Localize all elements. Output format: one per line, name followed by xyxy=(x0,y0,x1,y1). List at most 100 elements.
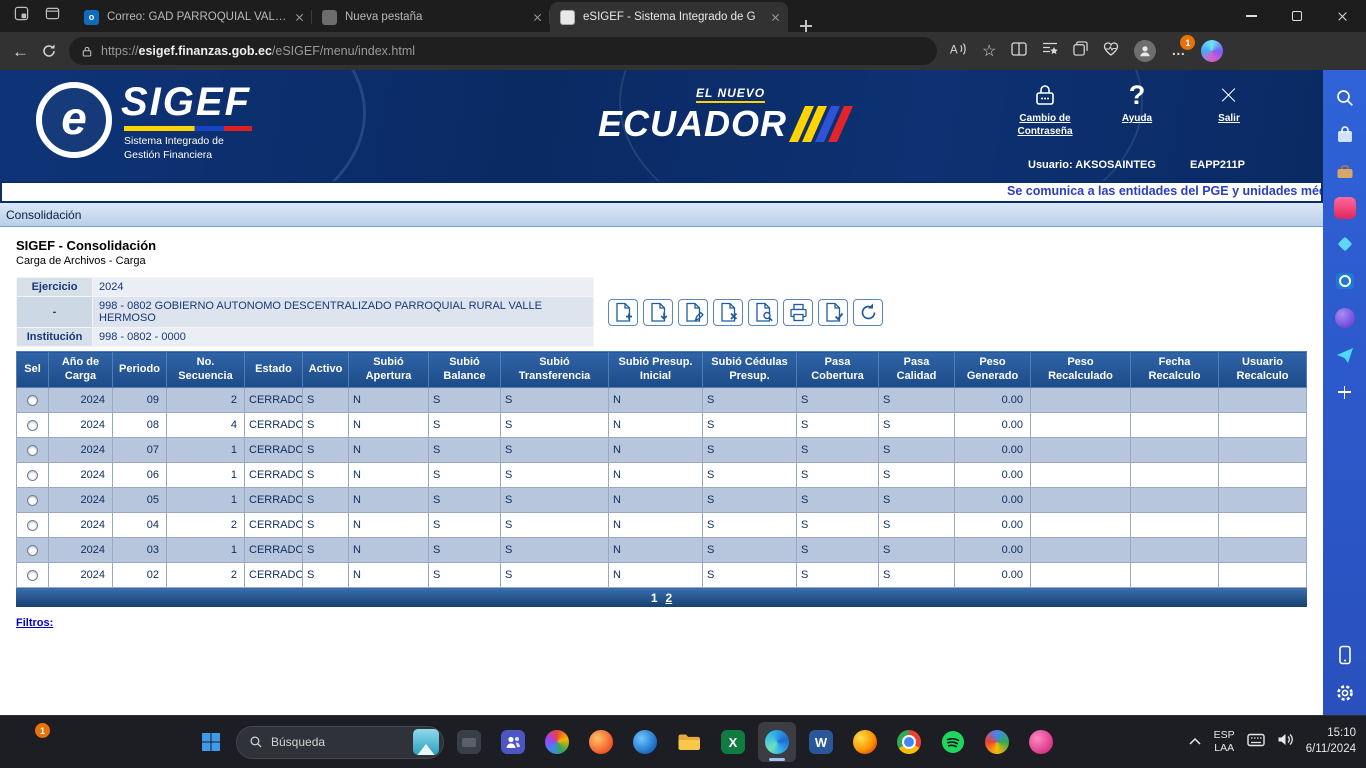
sidebar-search-icon[interactable] xyxy=(1333,86,1357,110)
sidebar-settings-icon[interactable] xyxy=(1333,681,1357,705)
cell-subio-cedulas-presup: S xyxy=(703,413,797,438)
address-bar[interactable]: https://esigef.finanzas.gob.ec/eSIGEF/me… xyxy=(69,37,937,65)
row-select-radio[interactable] xyxy=(27,570,38,581)
sidebar-loop-icon[interactable] xyxy=(1333,306,1357,330)
sidebar-add-icon[interactable] xyxy=(1333,380,1357,404)
sidebar-toolbox-icon[interactable] xyxy=(1333,160,1357,184)
cell-activo: S xyxy=(303,438,349,463)
page-2-link[interactable]: 2 xyxy=(666,591,673,605)
row-select-radio[interactable] xyxy=(27,395,38,406)
new-record-button[interactable] xyxy=(608,299,638,326)
widgets-button[interactable]: 1 xyxy=(16,727,48,759)
tab-actions-icon[interactable] xyxy=(45,6,60,26)
sidebar-shopping-icon[interactable] xyxy=(1333,123,1357,147)
sidebar-designer-icon[interactable] xyxy=(1333,343,1357,367)
row-select-radio[interactable] xyxy=(27,445,38,456)
back-icon[interactable]: ← xyxy=(12,43,29,60)
select-cell xyxy=(17,563,49,588)
app-icon-orange[interactable] xyxy=(582,722,620,762)
help-link[interactable]: ? Ayuda xyxy=(1107,80,1167,138)
tab-close-icon[interactable] xyxy=(533,13,542,22)
start-button[interactable] xyxy=(192,722,230,762)
session-info: Usuario: AKSOSAINTEG EAPP211P xyxy=(1028,159,1245,171)
favorites-hub-icon[interactable] xyxy=(1042,41,1058,61)
sidebar-outlook-icon[interactable] xyxy=(1333,269,1357,293)
sidebar-m365-icon[interactable] xyxy=(1334,197,1356,219)
language-indicator[interactable]: ESPLAA xyxy=(1214,729,1235,755)
volume-icon[interactable] xyxy=(1277,732,1294,752)
close-button[interactable] xyxy=(1320,0,1366,32)
app-icon-pink[interactable] xyxy=(1022,722,1060,762)
filters-link[interactable]: Filtros: xyxy=(16,617,53,629)
favorites-star-icon[interactable]: ☆ xyxy=(982,41,996,61)
cell-no-secuencia: 4 xyxy=(167,413,245,438)
edit-record-button[interactable] xyxy=(678,299,708,326)
tab-nueva-pestana[interactable]: Nueva pestaña xyxy=(312,2,550,32)
validate-record-button[interactable] xyxy=(818,299,848,326)
cell-no-secuencia: 2 xyxy=(167,388,245,413)
row-select-radio[interactable] xyxy=(27,470,38,481)
edge-icon[interactable] xyxy=(758,722,796,762)
file-explorer-icon[interactable] xyxy=(670,722,708,762)
page-tab-icon xyxy=(322,10,337,25)
cell-no-secuencia: 1 xyxy=(167,488,245,513)
new-tab-button[interactable] xyxy=(800,20,812,32)
change-password-link[interactable]: Cambio de Contraseña xyxy=(1015,80,1075,138)
exit-link[interactable]: Salir xyxy=(1199,80,1259,138)
cell-subio-transferencia: S xyxy=(501,488,609,513)
menu-item-consolidacion[interactable]: Consolidación xyxy=(0,208,81,222)
cell-pasa-calidad: S xyxy=(879,488,955,513)
collections-icon[interactable] xyxy=(1073,41,1088,61)
tray-expand-icon[interactable] xyxy=(1188,733,1202,751)
app-icon-blue[interactable] xyxy=(626,722,664,762)
form-row-institucion: Institución 998 - 0802 - 0000 xyxy=(17,328,594,347)
workspaces-icon[interactable] xyxy=(14,6,29,26)
esigef-logo-subtitle: Sistema Integrado de Gestión Financiera xyxy=(124,135,224,162)
split-screen-icon[interactable] xyxy=(1011,42,1027,61)
refresh-icon[interactable] xyxy=(41,43,57,59)
chrome-icon[interactable] xyxy=(890,722,928,762)
clock[interactable]: 15:106/11/2024 xyxy=(1306,726,1356,757)
browser-essentials-icon[interactable] xyxy=(1103,42,1119,61)
cell-subio-presup-inicial: N xyxy=(609,463,703,488)
app-icon-teams[interactable] xyxy=(494,722,532,762)
save-record-button[interactable] xyxy=(643,299,673,326)
flag-bar xyxy=(124,126,252,131)
taskbar-search[interactable]: Búsqueda xyxy=(236,726,444,759)
row-select-radio[interactable] xyxy=(27,545,38,556)
excel-icon[interactable]: X xyxy=(714,722,752,762)
app-icon-desktop[interactable] xyxy=(450,722,488,762)
cell-pasa-calidad: S xyxy=(879,513,955,538)
tab-close-icon[interactable] xyxy=(295,13,304,22)
maximize-button[interactable] xyxy=(1274,0,1320,32)
spotify-icon[interactable] xyxy=(934,722,972,762)
cell-fecha-recalculo xyxy=(1131,388,1219,413)
sidebar-drop-icon[interactable] xyxy=(1333,232,1357,256)
firefox-icon[interactable] xyxy=(846,722,884,762)
delete-record-button[interactable] xyxy=(713,299,743,326)
row-select-radio[interactable] xyxy=(27,420,38,431)
profile-avatar[interactable] xyxy=(1134,40,1156,62)
cell-fecha-recalculo xyxy=(1131,438,1219,463)
sidebar-phone-link-icon[interactable] xyxy=(1333,643,1357,667)
tab-esigef-active[interactable]: eSIGEF - Sistema Integrado de G xyxy=(550,2,788,32)
more-menu-icon[interactable]: …1 xyxy=(1171,42,1186,60)
cell-anio-carga: 2024 xyxy=(49,488,113,513)
read-aloud-icon[interactable]: A xyxy=(949,41,967,62)
print-button[interactable] xyxy=(783,299,813,326)
view-record-button[interactable] xyxy=(748,299,778,326)
refresh-grid-button[interactable] xyxy=(853,299,883,326)
row-select-radio[interactable] xyxy=(27,495,38,506)
cell-subio-transferencia: S xyxy=(501,513,609,538)
row-select-radio[interactable] xyxy=(27,520,38,531)
cell-estado: CERRADO xyxy=(245,413,303,438)
tab-close-icon[interactable] xyxy=(771,13,780,22)
minimize-button[interactable] xyxy=(1228,0,1274,32)
copilot-icon[interactable] xyxy=(1201,40,1223,62)
tab-correo[interactable]: o Correo: GAD PARROQUIAL VALLE xyxy=(74,2,312,32)
table-header-row: Sel Año de Carga Periodo No. Secuencia E… xyxy=(17,352,1307,388)
app-icon-browser-profile[interactable] xyxy=(978,722,1016,762)
word-icon[interactable]: W xyxy=(802,722,840,762)
app-icon-photos[interactable] xyxy=(538,722,576,762)
touch-keyboard-icon[interactable] xyxy=(1247,733,1265,752)
